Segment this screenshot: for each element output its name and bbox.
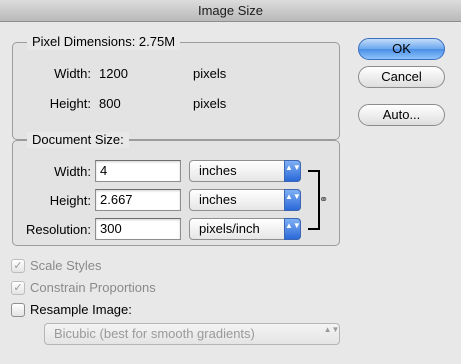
pixel-width-unit: pixels: [193, 66, 227, 81]
document-size-group: Document Size: Width: 4 inches ▲▼ Height…: [12, 132, 340, 246]
updown-arrows-icon: ▲▼: [284, 160, 301, 182]
resample-image-checkbox[interactable]: [11, 303, 25, 317]
constrain-proportions-label: Constrain Proportions: [30, 280, 156, 295]
doc-width-label: Width:: [54, 164, 91, 179]
pixel-height-unit: pixels: [193, 96, 227, 111]
resample-method-select[interactable]: Bicubic (best for smooth gradients) ▲▼: [44, 323, 340, 345]
resolution-unit-select[interactable]: pixels/inch ▲▼: [189, 218, 301, 240]
image-size-dialog: Pixel Dimensions: 2.75M Width: 1200 pixe…: [0, 22, 461, 364]
updown-arrows-icon: ▲▼: [323, 325, 340, 334]
pixel-width-label: Width:: [54, 66, 91, 81]
document-size-legend: Document Size:: [27, 132, 129, 148]
doc-height-unit-select[interactable]: inches ▲▼: [189, 189, 301, 211]
chain-link-icon: ⚭: [319, 194, 329, 206]
resolution-label: Resolution:: [25, 222, 91, 237]
resolution-field[interactable]: 300: [95, 218, 181, 240]
pixel-dimensions-legend: Pixel Dimensions: 2.75M: [27, 34, 181, 50]
resample-image-label: Resample Image:: [30, 302, 132, 317]
pixel-dimensions-group: Pixel Dimensions: 2.75M Width: 1200 pixe…: [12, 34, 340, 140]
doc-width-unit-value: inches: [199, 163, 237, 178]
doc-height-field[interactable]: 2.667: [95, 189, 181, 211]
resample-method-value: Bicubic (best for smooth gradients): [54, 326, 255, 341]
updown-arrows-icon: ▲▼: [284, 218, 301, 240]
pixel-height-value: 800: [99, 96, 121, 111]
scale-styles-checkbox[interactable]: ✓: [11, 259, 25, 273]
auto-button[interactable]: Auto...: [358, 104, 445, 126]
scale-styles-label: Scale Styles: [30, 258, 102, 273]
window-title: Image Size: [0, 0, 461, 22]
doc-width-field[interactable]: 4: [95, 160, 181, 182]
pixel-width-value: 1200: [99, 66, 128, 81]
doc-height-label: Height:: [49, 193, 91, 208]
resolution-unit-value: pixels/inch: [199, 221, 260, 236]
ok-button[interactable]: OK: [358, 38, 445, 60]
cancel-button[interactable]: Cancel: [358, 66, 445, 88]
doc-height-unit-value: inches: [199, 192, 237, 207]
pixel-height-label: Height:: [49, 96, 91, 111]
doc-width-unit-select[interactable]: inches ▲▼: [189, 160, 301, 182]
constrain-proportions-checkbox[interactable]: ✓: [11, 281, 25, 295]
updown-arrows-icon: ▲▼: [284, 189, 301, 211]
